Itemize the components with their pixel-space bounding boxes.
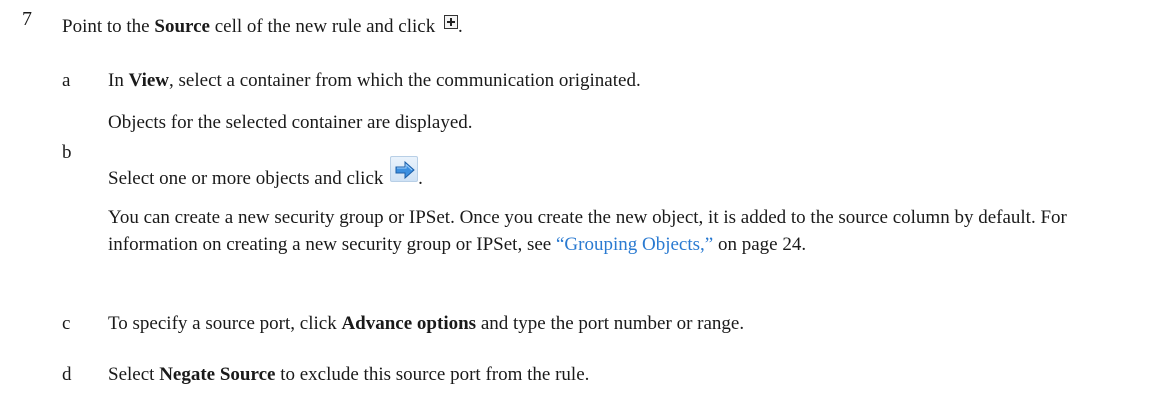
substep-a-text: In View, select a container from which t… bbox=[108, 70, 641, 92]
substep-b-letter: b bbox=[62, 142, 72, 163]
substep-b-end: . bbox=[418, 168, 423, 189]
substep-b-instruction: Select one or more objects and click bbox=[108, 168, 384, 189]
step-instruction: Point to the Source cell of the new rule… bbox=[62, 15, 463, 38]
substep-d-letter: d bbox=[62, 364, 72, 385]
substep-c-after: and type the port number or range. bbox=[476, 313, 745, 334]
substep-c-bold-advance-options: Advance options bbox=[341, 313, 477, 334]
substep-c-before: To specify a source port, click bbox=[108, 313, 342, 334]
substep-a-after: , select a container from which the comm… bbox=[169, 70, 641, 91]
blue-arrow-right-icon bbox=[390, 156, 419, 182]
substep-c-text: To specify a source port, click Advance … bbox=[108, 313, 744, 335]
step-number: 7 bbox=[22, 8, 32, 30]
substep-a-note: Objects for the selected container are d… bbox=[108, 112, 473, 133]
plus-box-icon bbox=[443, 15, 458, 29]
substep-b-paragraph: You can create a new security group or I… bbox=[108, 204, 1158, 258]
substep-d-bold-negate-source: Negate Source bbox=[159, 364, 276, 385]
step-text-before: Point to the bbox=[62, 16, 155, 37]
substep-d-text: Select Negate Source to exclude this sou… bbox=[108, 364, 589, 386]
arrow-right-glyph bbox=[395, 160, 415, 180]
step-bold-source: Source bbox=[154, 16, 210, 37]
grouping-objects-link[interactable]: “Grouping Objects,” bbox=[556, 234, 713, 255]
substep-a-letter: a bbox=[62, 70, 71, 91]
substep-c-letter: c bbox=[62, 313, 71, 334]
step-text-after: cell of the new rule and click bbox=[209, 16, 436, 37]
substep-a-before: In bbox=[108, 70, 129, 91]
step-end: . bbox=[457, 16, 463, 37]
substep-d-before: Select bbox=[108, 364, 160, 385]
substep-d-after: to exclude this source port from the rul… bbox=[275, 364, 590, 385]
substep-b-text: Select one or more objects and click . bbox=[108, 156, 423, 190]
substep-a-bold-view: View bbox=[128, 70, 170, 91]
substep-b-para-end: on page 24. bbox=[713, 234, 807, 255]
